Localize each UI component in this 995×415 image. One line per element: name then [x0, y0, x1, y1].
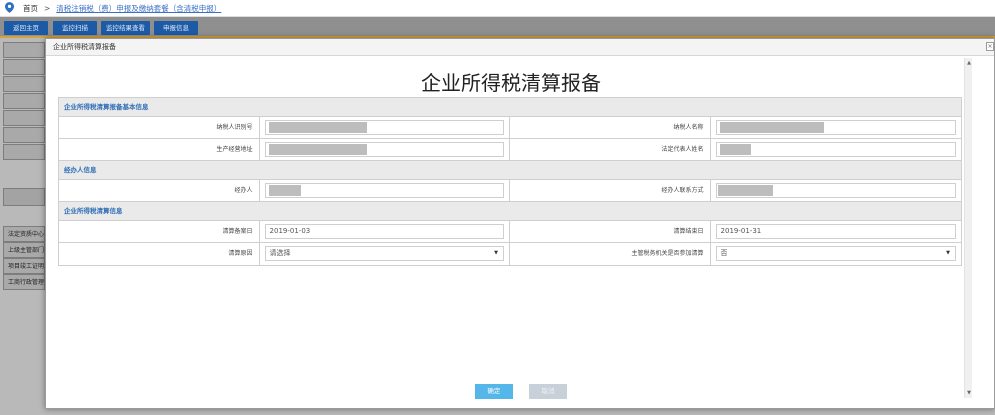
tab-monitor-scan[interactable]: 监控扫描 — [53, 21, 97, 35]
breadcrumb: 首页 > 清税注销税（费）申报及缴纳套餐（含清税申报） — [0, 0, 995, 17]
background-cell — [3, 127, 45, 143]
taxpayer-id-label: 纳税人识别号 — [59, 117, 260, 138]
background-label-list: 法定资质中心 上级主管部门 项目竣工证明 工商行政管理 — [3, 226, 45, 290]
cancel-button[interactable]: 取消 — [529, 384, 568, 399]
close-icon[interactable]: × — [986, 42, 994, 51]
section-liquidation-info: 企业所得税清算信息 — [59, 202, 961, 221]
taxpayer-name-label: 纳税人名称 — [510, 117, 711, 138]
redacted-value — [268, 185, 301, 196]
business-address-label: 生产经营地址 — [59, 139, 260, 160]
liquidation-filing-dialog: 企业所得税清算报备 × ▲ ▼ 企业所得税清算报备 企业所得税清算报备基本信息 … — [45, 38, 995, 409]
background-cell — [3, 110, 45, 126]
background-table — [3, 42, 45, 162]
form-row: 清算原因 请选择 ▼ 主管税务机关是否参加清算 否 ▼ — [59, 243, 961, 265]
tab-bar: 返回主页 监控扫描 监控结果查看 申报信息 — [0, 17, 995, 38]
dialog-footer: 确定 取消 — [46, 384, 995, 399]
background-label: 工商行政管理 — [3, 274, 45, 290]
tab-monitor-results[interactable]: 监控结果查看 — [101, 21, 150, 35]
agent-contact-field[interactable] — [715, 183, 956, 198]
end-date-label: 清算结束日 — [510, 221, 711, 242]
location-pin-icon — [5, 1, 14, 15]
scroll-up-icon[interactable]: ▲ — [965, 60, 973, 66]
agent-contact-label: 经办人联系方式 — [510, 180, 711, 201]
liquidation-reason-label: 清算原因 — [59, 243, 260, 265]
tab-declaration-info[interactable]: 申报信息 — [154, 21, 198, 35]
tax-authority-select[interactable]: 否 ▼ — [715, 246, 956, 261]
form-row: 纳税人识别号 纳税人名称 — [59, 117, 961, 139]
chevron-down-icon: ▼ — [946, 250, 950, 256]
background-cell — [3, 42, 45, 58]
start-date-label: 清算备案日 — [59, 221, 260, 242]
filing-form: 企业所得税清算报备基本信息 纳税人识别号 纳税人名称 生产经营地址 法定代表人姓… — [58, 97, 962, 266]
legal-rep-label: 法定代表人姓名 — [510, 139, 711, 160]
redacted-value — [268, 122, 367, 133]
background-label: 法定资质中心 — [3, 226, 45, 242]
breadcrumb-home-link[interactable]: 首页 — [23, 3, 38, 14]
end-date-field[interactable]: 2019-01-31 — [715, 224, 956, 239]
section-basic-info: 企业所得税清算报备基本信息 — [59, 98, 961, 117]
background-cell — [3, 144, 45, 160]
taxpayer-id-field[interactable] — [264, 120, 504, 135]
dialog-header-title: 企业所得税清算报备 — [53, 43, 116, 51]
redacted-value — [268, 144, 367, 155]
breadcrumb-separator: > — [44, 3, 51, 13]
legal-rep-field[interactable] — [715, 142, 956, 157]
redacted-value — [717, 185, 773, 196]
liquidation-reason-select[interactable]: 请选择 ▼ — [264, 246, 504, 261]
form-row: 经办人 经办人联系方式 — [59, 180, 961, 202]
dialog-header: 企业所得税清算报备 × — [46, 39, 994, 56]
dialog-scrollbar[interactable]: ▲ ▼ — [964, 58, 972, 398]
background-label: 项目竣工证明 — [3, 258, 45, 274]
confirm-button[interactable]: 确定 — [474, 384, 513, 399]
breadcrumb-current-link[interactable]: 清税注销税（费）申报及缴纳套餐（含清税申报） — [56, 3, 221, 14]
start-date-field[interactable]: 2019-01-03 — [264, 224, 504, 239]
form-row: 生产经营地址 法定代表人姓名 — [59, 139, 961, 161]
taxpayer-name-field[interactable] — [715, 120, 956, 135]
tax-authority-value: 否 — [720, 249, 728, 257]
agent-label: 经办人 — [59, 180, 260, 201]
background-cell — [3, 59, 45, 75]
section-agent-info: 经办人信息 — [59, 161, 961, 180]
liquidation-reason-value: 请选择 — [269, 249, 291, 257]
background-cell — [3, 93, 45, 109]
redacted-value — [719, 122, 824, 133]
tab-return-home[interactable]: 返回主页 — [4, 21, 48, 35]
report-title: 企业所得税清算报备 — [421, 71, 601, 95]
background-band — [3, 188, 45, 206]
chevron-down-icon: ▼ — [494, 250, 498, 256]
background-cell — [3, 76, 45, 92]
tax-authority-label: 主管税务机关是否参加清算 — [510, 243, 711, 265]
background-label: 上级主管部门 — [3, 242, 45, 258]
business-address-field[interactable] — [264, 142, 504, 157]
redacted-value — [719, 144, 751, 155]
agent-field[interactable] — [264, 183, 504, 198]
form-row: 清算备案日 2019-01-03 清算结束日 2019-01-31 — [59, 221, 961, 243]
